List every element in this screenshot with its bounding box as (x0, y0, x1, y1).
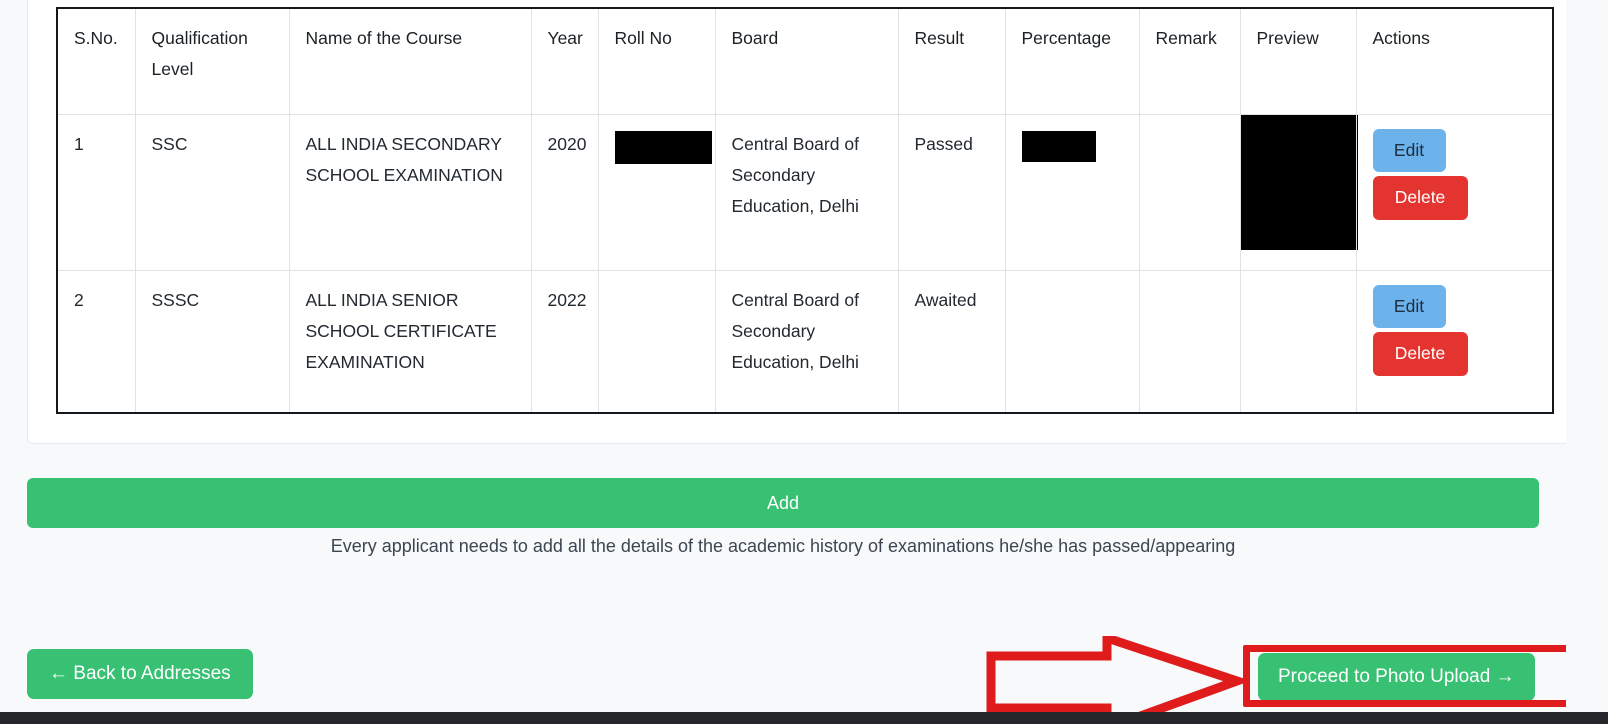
cell-percentage (1004, 113, 1140, 271)
cell-remark (1138, 269, 1241, 414)
cell-year: 2022 (530, 269, 599, 414)
column-header-percentage: Percentage (1004, 7, 1140, 115)
qualification-table: S.No. Qualification Level Name of the Co… (56, 7, 1554, 414)
column-header-qualification-level: Qualification Level (134, 7, 290, 115)
column-header-result: Result (897, 7, 1006, 115)
cell-preview (1239, 269, 1357, 414)
cell-sno: 2 (56, 269, 136, 414)
table-row: 1 SSC ALL INDIA SECONDARY SCHOOL EXAMINA… (56, 113, 1554, 271)
bottom-dark-bar (0, 712, 1608, 724)
edit-button[interactable]: Edit (1372, 284, 1446, 328)
helper-text: Every applicant needs to add all the det… (330, 536, 1236, 556)
page-right-gutter (1566, 0, 1608, 712)
cell-roll-no (597, 269, 716, 414)
delete-button[interactable]: Delete (1372, 176, 1468, 220)
cell-qualification-level: SSSC (134, 269, 290, 414)
cell-qualification-level: SSC (134, 113, 290, 271)
table-body: 1 SSC ALL INDIA SECONDARY SCHOOL EXAMINA… (56, 113, 1554, 414)
red-arrow-annotation-icon (985, 636, 1245, 724)
cell-board: Central Board of Secondary Education, De… (714, 269, 899, 414)
cell-percentage (1004, 269, 1140, 414)
cell-course-name: ALL INDIA SECONDARY SCHOOL EXAMINATION (288, 113, 532, 271)
cell-remark (1138, 113, 1241, 271)
redaction-block-roll-no (614, 130, 712, 164)
cell-preview (1239, 113, 1358, 271)
column-header-sno: S.No. (56, 7, 136, 115)
table-header: S.No. Qualification Level Name of the Co… (56, 7, 1554, 115)
cell-actions: Edit Delete (1355, 269, 1554, 414)
column-header-board: Board (714, 7, 899, 115)
cell-roll-no (597, 113, 716, 271)
cell-sno: 1 (56, 113, 136, 271)
cell-board: Central Board of Secondary Education, De… (714, 113, 899, 271)
table-row: 2 SSSC ALL INDIA SENIOR SCHOOL CERTIFICA… (56, 269, 1554, 414)
back-to-addresses-button[interactable]: ← Back to Addresses (27, 649, 253, 699)
cell-result: Awaited (897, 269, 1006, 414)
cell-actions: Edit Delete (1355, 113, 1554, 271)
edit-button[interactable]: Edit (1372, 128, 1446, 172)
cell-result: Passed (897, 113, 1006, 271)
cell-year: 2020 (530, 113, 599, 271)
qualification-card: S.No. Qualification Level Name of the Co… (27, 0, 1580, 444)
column-header-preview: Preview (1239, 7, 1357, 115)
delete-button[interactable]: Delete (1372, 332, 1468, 376)
column-header-course-name: Name of the Course (288, 7, 532, 115)
column-header-actions: Actions (1355, 7, 1554, 115)
column-header-year: Year (530, 7, 599, 115)
column-header-roll-no: Roll No (597, 7, 716, 115)
redaction-block-preview (1240, 114, 1358, 250)
proceed-to-photo-upload-button[interactable]: Proceed to Photo Upload → (1258, 653, 1535, 701)
qualification-table-wrap: S.No. Qualification Level Name of the Co… (56, 7, 1554, 414)
column-header-remark: Remark (1138, 7, 1241, 115)
cell-course-name: ALL INDIA SENIOR SCHOOL CERTIFICATE EXAM… (288, 269, 532, 414)
add-button[interactable]: Add (27, 478, 1539, 528)
redaction-block-percentage (1021, 130, 1096, 162)
table-header-row: S.No. Qualification Level Name of the Co… (56, 7, 1554, 115)
